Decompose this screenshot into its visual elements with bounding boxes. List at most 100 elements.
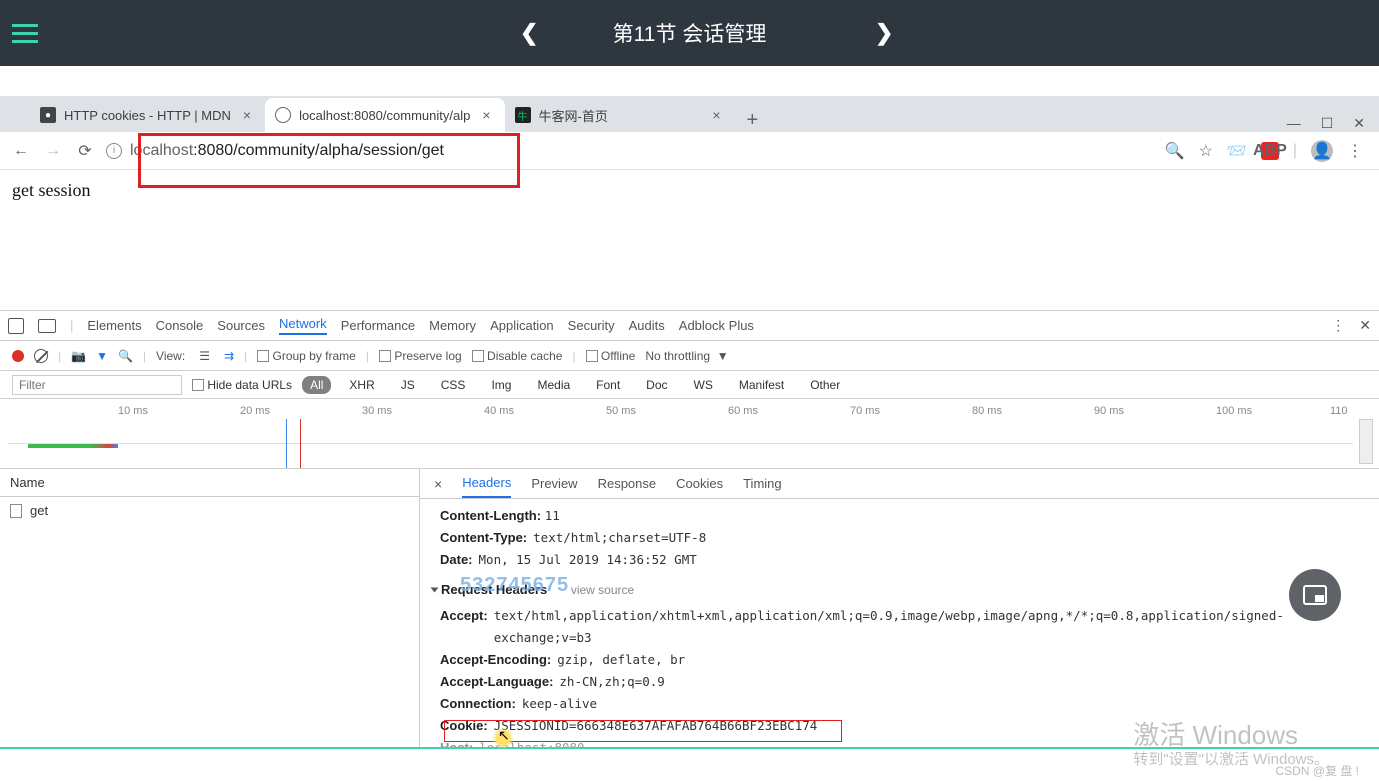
network-body: Name get × Headers Preview Response Cook… [0,469,1379,749]
filter-manifest[interactable]: Manifest [731,376,792,394]
headers-content: Content-Length: 11 Content-Type: text/ht… [420,499,1379,747]
device-toggle-icon[interactable] [38,319,56,333]
dtab-timing[interactable]: Timing [743,470,782,497]
filter-js[interactable]: JS [393,376,423,394]
filter-ws[interactable]: WS [686,376,721,394]
profile-icon[interactable]: 👤 [1311,140,1333,162]
mail-icon[interactable]: 📨 [1227,141,1247,161]
tab-security[interactable]: Security [568,318,615,333]
tab-mdn[interactable]: ● HTTP cookies - HTTP | MDN × [30,98,265,132]
detail-close-button[interactable]: × [434,476,442,492]
page-text: get session [12,180,91,200]
request-headers-section[interactable]: Request Headers view source [432,579,1379,601]
hide-data-urls-checkbox[interactable]: Hide data URLs [192,378,292,392]
tab-nowcoder[interactable]: 牛 牛客网-首页 × [505,98,735,132]
new-tab-button[interactable]: + [735,109,771,132]
filter-media[interactable]: Media [529,376,578,394]
page-body: get session [0,170,1379,310]
throttling-select[interactable]: No throttling ▼ [645,349,728,363]
window-controls: — ☐ ✕ [1287,115,1379,132]
preserve-log-checkbox[interactable]: Preserve log [379,349,462,363]
picture-in-picture-button[interactable] [1289,569,1341,621]
request-list-header: Name [0,469,419,497]
tab-application[interactable]: Application [490,318,554,333]
maximize-button[interactable]: ☐ [1321,115,1334,132]
next-lesson-button[interactable]: ❯ [875,20,893,46]
abp-icon[interactable]: ABP [1261,142,1279,160]
offline-checkbox[interactable]: Offline [586,349,636,363]
tab-label: HTTP cookies - HTTP | MDN [64,108,231,123]
view-waterfall-icon[interactable]: ⇉ [224,349,234,363]
detail-tabs: × Headers Preview Response Cookies Timin… [420,469,1379,499]
timeline-scroll[interactable] [1359,419,1373,464]
lesson-title: 第11节 会话管理 [613,18,767,48]
view-large-icon[interactable]: ☰ [195,349,214,363]
devtools-panel: | Elements Console Sources Network Perfo… [0,310,1379,749]
doc-icon [10,504,22,518]
url-container: i localhost:8080/community/alpha/session… [106,142,1155,160]
tab-console[interactable]: Console [156,318,204,333]
inspect-icon[interactable] [8,318,24,334]
favicon-globe-icon [275,107,291,123]
filter-input[interactable] [12,375,182,395]
tab-network[interactable]: Network [279,316,327,335]
tab-performance[interactable]: Performance [341,318,415,333]
view-source-link[interactable]: view source [571,583,634,597]
disable-cache-checkbox[interactable]: Disable cache [472,349,563,363]
prev-lesson-button[interactable]: ❮ [520,20,538,46]
dtab-preview[interactable]: Preview [531,470,577,497]
filter-img[interactable]: Img [483,376,519,394]
filter-xhr[interactable]: XHR [341,376,382,394]
request-list: Name get [0,469,420,747]
request-name: get [30,503,48,518]
group-by-frame-checkbox[interactable]: Group by frame [257,349,356,363]
watermark-number: 532745675 [460,574,569,597]
tab-adblock[interactable]: Adblock Plus [679,318,754,333]
back-button[interactable]: ← [10,140,32,162]
record-button[interactable] [12,350,24,362]
screenshot-icon[interactable]: 📷 [71,349,86,363]
address-bar-row: ← → ⟳ i localhost:8080/community/alpha/s… [0,132,1379,170]
favicon-mdn-icon: ● [40,107,56,123]
favicon-nowcoder-icon: 牛 [515,107,531,123]
filter-css[interactable]: CSS [433,376,474,394]
filter-other[interactable]: Other [802,376,848,394]
close-window-button[interactable]: ✕ [1353,115,1365,132]
filter-icon[interactable]: ▼ [96,349,108,363]
watermark-csdn: CSDN @复 盘 ! [1275,762,1359,779]
network-toolbar: | 📷 ▼ 🔍 | View: ☰ ⇉ | Group by frame | P… [0,341,1379,371]
devtools-tabs: | Elements Console Sources Network Perfo… [0,311,1379,341]
tab-localhost[interactable]: localhost:8080/community/alp × [265,98,504,132]
menu-hamburger-icon[interactable] [0,8,50,58]
view-label: View: [156,349,185,363]
search-icon[interactable]: 🔍 [1165,141,1185,161]
dtab-cookies[interactable]: Cookies [676,470,723,497]
site-info-icon[interactable]: i [106,143,122,159]
filter-doc[interactable]: Doc [638,376,675,394]
tab-memory[interactable]: Memory [429,318,476,333]
network-timeline[interactable]: 10 ms 20 ms 30 ms 40 ms 50 ms 60 ms 70 m… [0,399,1379,469]
search-network-icon[interactable]: 🔍 [118,349,133,363]
forward-button[interactable]: → [42,140,64,162]
close-icon[interactable]: × [708,107,724,123]
close-icon[interactable]: × [478,107,494,123]
toolbar-icons: 🔍 ☆ 📨 ABP | 👤 ⋮ [1165,140,1369,162]
star-icon[interactable]: ☆ [1199,141,1213,161]
dtab-response[interactable]: Response [598,470,657,497]
browser-menu-button[interactable]: ⋮ [1347,141,1363,161]
minimize-button[interactable]: — [1287,115,1301,132]
url-text[interactable]: localhost:8080/community/alpha/session/g… [130,142,444,160]
close-icon[interactable]: × [239,107,255,123]
tab-elements[interactable]: Elements [87,318,141,333]
filter-font[interactable]: Font [588,376,628,394]
dtab-headers[interactable]: Headers [462,469,511,498]
clear-button[interactable] [34,349,48,363]
request-item[interactable]: get [0,497,419,524]
tab-audits[interactable]: Audits [629,318,665,333]
tab-sources[interactable]: Sources [217,318,265,333]
reload-button[interactable]: ⟳ [74,140,96,162]
devtools-close-button[interactable]: ✕ [1359,317,1371,334]
devtools-more-button[interactable]: ⋮ [1331,317,1345,334]
tab-label: localhost:8080/community/alp [299,108,470,123]
filter-all[interactable]: All [302,376,331,394]
